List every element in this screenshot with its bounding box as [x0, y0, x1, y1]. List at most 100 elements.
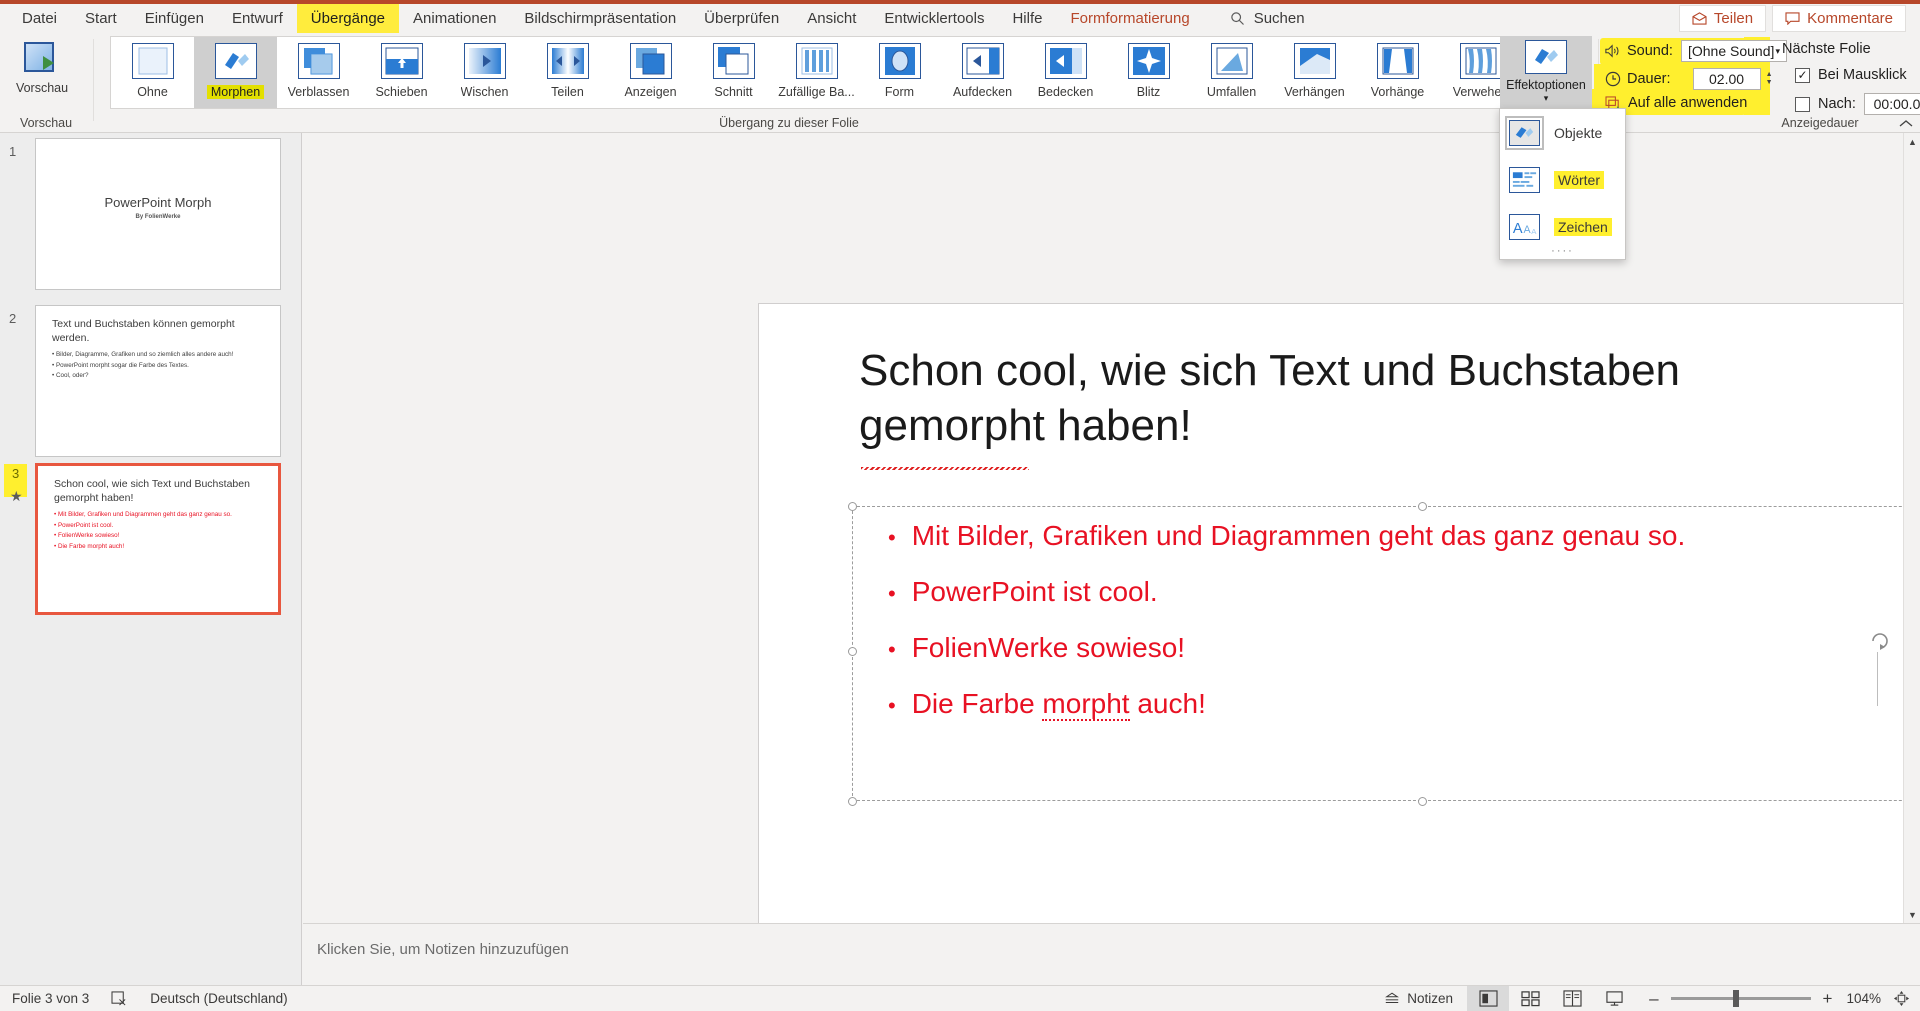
transition-aufdecken[interactable]: Aufdecken — [941, 37, 1024, 108]
view-normal-button[interactable] — [1467, 985, 1510, 1011]
resize-handle-n[interactable] — [1418, 502, 1427, 511]
thumbnail-number: 2 — [9, 311, 17, 326]
menu-item-ansicht[interactable]: Ansicht — [793, 4, 870, 33]
effect-option-objekte[interactable]: Objekte — [1500, 109, 1625, 156]
view-reading-button[interactable] — [1551, 986, 1593, 1011]
menu-item-ueberpruefen[interactable]: Überprüfen — [690, 4, 793, 33]
fit-slide-button[interactable] — [1893, 990, 1910, 1007]
sound-select[interactable]: [Ohne Sound] ▾ — [1680, 40, 1787, 62]
resize-handle-w[interactable] — [848, 647, 857, 656]
bullet-dot-icon: • — [888, 525, 896, 550]
transition-schieben[interactable]: Schieben — [360, 37, 443, 108]
after-input[interactable]: 00:00.00 — [1863, 93, 1920, 115]
dropdown-resize-grip[interactable]: ···· — [1500, 245, 1625, 257]
stepper-down-icon[interactable]: ▼ — [1763, 79, 1776, 87]
menu-item-entwurf[interactable]: Entwurf — [218, 4, 297, 33]
effect-options-label: Effektoptionen — [1506, 78, 1586, 92]
transition-umfallen[interactable]: Umfallen — [1190, 37, 1273, 108]
transition-blitz[interactable]: Blitz — [1107, 37, 1190, 108]
after-checkbox[interactable] — [1795, 96, 1810, 112]
transition-wischen[interactable]: Wischen — [443, 37, 526, 108]
collapse-ribbon-button[interactable] — [1899, 119, 1913, 128]
duration-input[interactable]: 02.00 — [1692, 68, 1761, 90]
transition-label: Verblassen — [287, 85, 350, 99]
menu-item-hilfe[interactable]: Hilfe — [998, 4, 1056, 33]
effect-options-button[interactable]: Effektoptionen ▾ — [1500, 36, 1592, 110]
duration-stepper[interactable]: ▲ ▼ — [1763, 71, 1776, 87]
slide-thumbnail-2[interactable]: Text und Buchstaben können gemorpht werd… — [35, 305, 281, 457]
menu-item-entwicklertools[interactable]: Entwicklertools — [870, 4, 998, 33]
transition-verh-ngen[interactable]: Verhängen — [1273, 37, 1356, 108]
resize-handle-nw[interactable] — [848, 502, 857, 511]
menu-item-bildschirmpraesentation[interactable]: Bildschirmpräsentation — [510, 4, 690, 33]
slide-thumbnail-3[interactable]: Schon cool, wie sich Text und Buchstaben… — [35, 463, 281, 615]
transition-label: Form — [884, 85, 915, 99]
menu-item-start[interactable]: Start — [71, 4, 131, 33]
effect-options-dropdown[interactable]: Objekte Wörter A A A Zeichen ···· — [1499, 108, 1626, 260]
on-mouse-click-checkbox[interactable]: ✓ — [1795, 67, 1810, 83]
comments-button[interactable]: Kommentare — [1772, 5, 1906, 32]
spellcheck-icon[interactable] — [111, 991, 128, 1006]
chevron-down-icon: ▾ — [1775, 45, 1780, 56]
share-button[interactable]: Teilen — [1678, 5, 1767, 32]
status-right: Notizen – + 104% — [1370, 985, 1920, 1011]
next-slide-label-text: Nächste Folie — [1782, 41, 1871, 57]
transition-label: Aufdecken — [952, 85, 1013, 99]
resize-handle-s[interactable] — [1418, 797, 1427, 806]
transition-anzeigen[interactable]: Anzeigen — [609, 37, 692, 108]
transition-gallery[interactable]: Ohne Morphen Verblassen Schieben Wischen Teil… — [110, 36, 1544, 109]
transition-verblassen[interactable]: Verblassen — [277, 37, 360, 108]
menu-item-formformatierung[interactable]: Formformatierung — [1056, 4, 1203, 33]
notes-pane[interactable]: Klicken Sie, um Notizen hinzuzufügen — [303, 923, 1920, 985]
menu-items: Datei Start Einfügen Entwurf Übergänge A… — [0, 4, 1305, 36]
menu-item-einfuegen[interactable]: Einfügen — [131, 4, 218, 33]
menu-bar: Datei Start Einfügen Entwurf Übergänge A… — [0, 0, 1920, 36]
slide-thumbnail-pane[interactable]: 1 PowerPoint Morph By FolienWerke 2 Text und… — [0, 133, 302, 985]
effect-option-zeichen-label: Zeichen — [1554, 217, 1612, 236]
ribbon-group-uebergaenge: Ohne Morphen Verblassen Schieben Wischen Teil… — [94, 33, 1544, 133]
canvas-vertical-scrollbar[interactable]: ▲ ▼ — [1903, 133, 1920, 923]
transition-star-icon[interactable]: ★ — [10, 488, 23, 505]
transition-form[interactable]: Form — [858, 37, 941, 108]
transition-bedecken[interactable]: Bedecken — [1024, 37, 1107, 108]
current-slide[interactable]: Schon cool, wie sich Text und Buchstaben… — [758, 303, 1920, 985]
after-row[interactable]: Nach: 00:00.00 ▲ ▼ — [1795, 93, 1920, 115]
language-label[interactable]: Deutsch (Deutschland) — [150, 991, 287, 1006]
transition-morphen[interactable]: Morphen — [194, 37, 277, 108]
effect-option-zeichen[interactable]: A A A Zeichen — [1500, 203, 1625, 250]
zoom-slider[interactable] — [1670, 990, 1811, 1007]
apply-to-all-button[interactable]: Auf alle anwenden — [1605, 95, 1747, 111]
menu-item-datei[interactable]: Datei — [8, 4, 71, 33]
preview-button[interactable]: Vorschau — [6, 37, 78, 111]
transition-vorh-nge[interactable]: Vorhänge — [1356, 37, 1439, 108]
transition-ohne[interactable]: Ohne — [111, 37, 194, 108]
transition-label: Anzeigen — [624, 85, 677, 99]
zoom-in-button[interactable]: + — [1823, 989, 1833, 1009]
resize-handle-sw[interactable] — [848, 797, 857, 806]
view-slideshow-button[interactable] — [1593, 986, 1635, 1011]
slide-counter[interactable]: Folie 3 von 3 — [12, 991, 89, 1006]
scroll-up-icon[interactable]: ▲ — [1904, 133, 1920, 150]
zoom-level-label[interactable]: 104% — [1846, 991, 1881, 1006]
transition-label: Blitz — [1136, 85, 1161, 99]
svg-text:A: A — [1531, 226, 1537, 235]
sound-icon — [1605, 44, 1621, 58]
menu-item-uebergaenge[interactable]: Übergänge — [296, 4, 400, 36]
menu-item-animationen[interactable]: Animationen — [399, 4, 510, 33]
stepper-up-icon[interactable]: ▲ — [1763, 71, 1776, 79]
content-placeholder[interactable]: • Mit Bilder, Grafiken und Diagrammen geh… — [848, 502, 1920, 806]
transition-teilen[interactable]: Teilen — [526, 37, 609, 108]
slide-title[interactable]: Schon cool, wie sich Text und Buchstaben… — [859, 344, 1869, 453]
notes-toggle-button[interactable]: Notizen — [1370, 991, 1467, 1006]
scroll-down-icon[interactable]: ▼ — [1904, 906, 1920, 923]
zoom-out-button[interactable]: – — [1649, 989, 1658, 1009]
transition-schnitt[interactable]: Schnitt — [692, 37, 775, 108]
search-box[interactable]: Suchen — [1230, 10, 1305, 27]
zoom-slider-thumb[interactable] — [1732, 990, 1739, 1007]
transition-zuf-llige-ba[interactable]: Zufällige Ba... — [775, 37, 858, 108]
slide-thumbnail-1[interactable]: PowerPoint Morph By FolienWerke — [35, 138, 281, 290]
on-mouse-click-row[interactable]: ✓ Bei Mausklick — [1795, 67, 1907, 83]
view-slide-sorter-button[interactable] — [1509, 986, 1551, 1011]
effect-option-woerter[interactable]: Wörter — [1500, 156, 1625, 203]
transition-label: Schieben — [375, 85, 428, 99]
